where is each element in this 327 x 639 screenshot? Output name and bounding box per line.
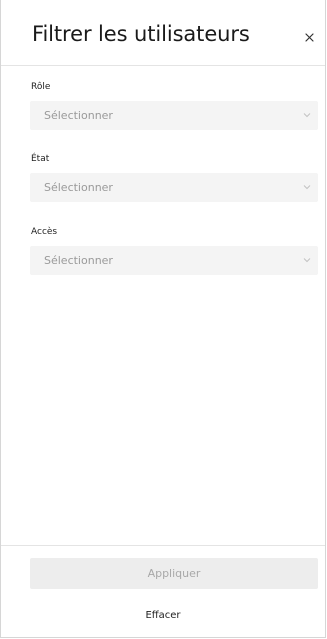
access-label: Accès: [31, 227, 58, 237]
close-icon[interactable]: [302, 30, 316, 44]
state-label: État: [31, 154, 50, 164]
role-select-placeholder: Sélectionner: [44, 109, 113, 122]
apply-button[interactable]: Appliquer: [30, 558, 318, 589]
chevron-down-icon: [303, 113, 311, 118]
state-select-placeholder: Sélectionner: [44, 181, 113, 194]
role-select[interactable]: Sélectionner: [30, 101, 318, 130]
panel-header: Filtrer les utilisateurs: [1, 0, 325, 66]
role-label: Rôle: [31, 82, 51, 92]
chevron-down-icon: [303, 185, 311, 190]
chevron-down-icon: [303, 258, 311, 263]
access-select[interactable]: Sélectionner: [30, 246, 318, 275]
panel-title: Filtrer les utilisateurs: [32, 22, 250, 46]
access-select-placeholder: Sélectionner: [44, 254, 113, 267]
state-select[interactable]: Sélectionner: [30, 173, 318, 202]
panel-footer: Appliquer Effacer: [1, 545, 325, 638]
clear-button[interactable]: Effacer: [1, 610, 325, 621]
filter-panel: Filtrer les utilisateurs Rôle Sélectionn…: [0, 0, 326, 638]
